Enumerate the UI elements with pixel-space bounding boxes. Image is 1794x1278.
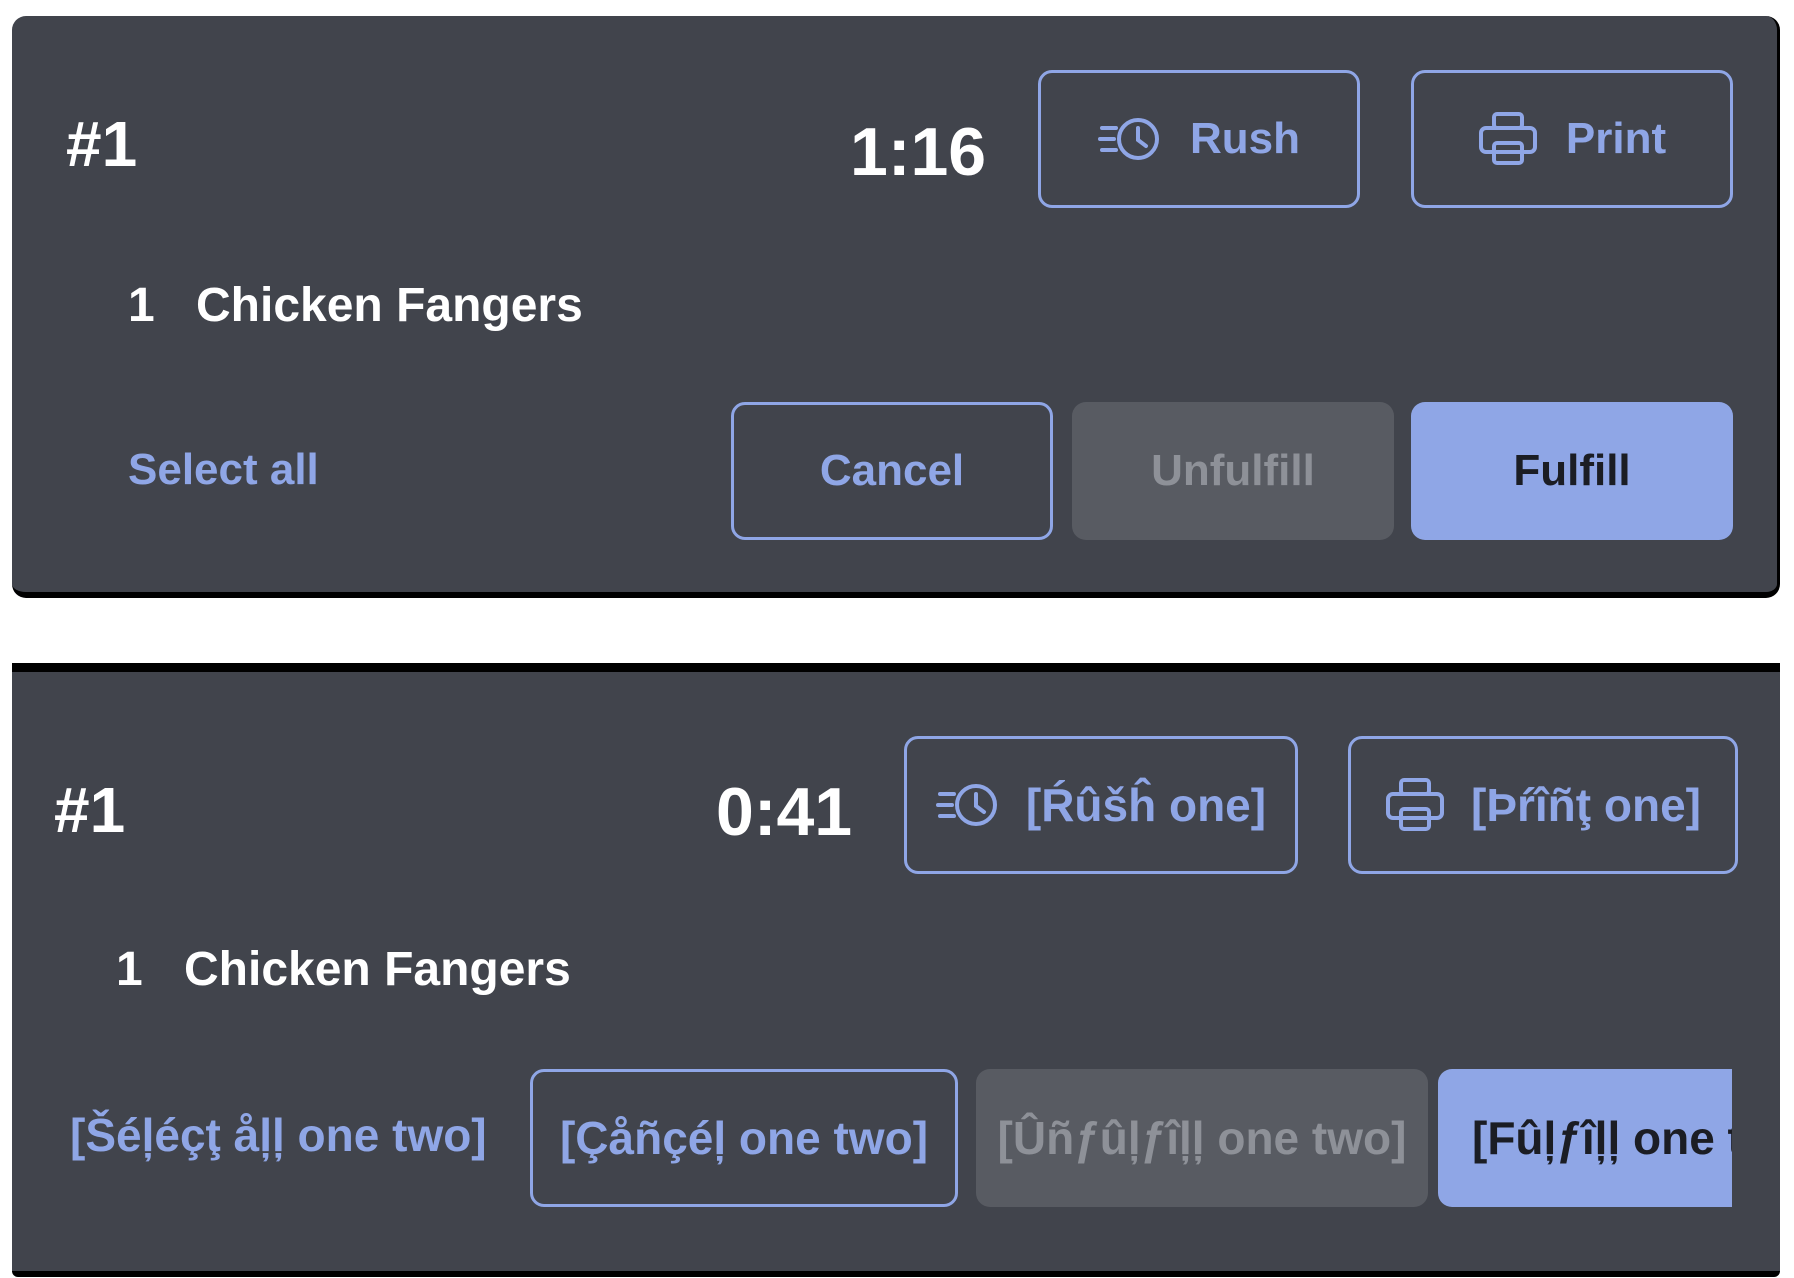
cancel-button[interactable]: Cancel bbox=[731, 402, 1053, 540]
print-label: [Þŕîñţ one] bbox=[1471, 779, 1701, 831]
item-name[interactable]: Chicken Fangers bbox=[184, 946, 571, 994]
order-timer: 1:16 bbox=[850, 114, 987, 190]
rush-button[interactable]: [Ŕûšĥ one] bbox=[904, 736, 1298, 874]
order-timer: 0:41 bbox=[716, 774, 853, 850]
rush-label: Rush bbox=[1190, 114, 1300, 163]
fulfill-button[interactable]: Fulfill bbox=[1411, 402, 1733, 540]
item-quantity: 1 bbox=[128, 279, 155, 332]
rush-button[interactable]: Rush bbox=[1038, 70, 1360, 208]
order-card: #1 1:16 Rush Print 1 Chicken Fangers Sel… bbox=[12, 16, 1780, 598]
select-all-link[interactable]: [Šéļéçţ åļļ one two] bbox=[70, 1112, 487, 1158]
print-button[interactable]: [Þŕîñţ one] bbox=[1348, 736, 1738, 874]
print-button[interactable]: Print bbox=[1411, 70, 1733, 208]
printer-icon bbox=[1478, 111, 1538, 167]
item-quantity: 1 bbox=[116, 943, 143, 996]
fulfill-button[interactable]: [Fûļƒîļļ one two] bbox=[1438, 1069, 1732, 1207]
print-label: Print bbox=[1565, 114, 1667, 163]
unfulfill-button: Unfulfill bbox=[1072, 402, 1394, 540]
rush-clock-icon bbox=[935, 780, 1000, 830]
order-card-localized: #1 0:41 [Ŕûšĥ one] [Þŕîñţ one] 1 Chicken… bbox=[12, 663, 1780, 1277]
printer-icon bbox=[1385, 777, 1445, 833]
order-number: #1 bbox=[66, 108, 138, 180]
unfulfill-button: [Ûñƒûļƒîļļ one two] bbox=[976, 1069, 1428, 1207]
rush-clock-icon bbox=[1098, 114, 1162, 164]
rush-label: [Ŕûšĥ one] bbox=[1025, 779, 1267, 831]
order-number: #1 bbox=[54, 774, 126, 846]
item-name[interactable]: Chicken Fangers bbox=[196, 282, 583, 330]
select-all-link[interactable]: Select all bbox=[128, 448, 319, 492]
cancel-button[interactable]: [Çåñçéļ one two] bbox=[530, 1069, 958, 1207]
